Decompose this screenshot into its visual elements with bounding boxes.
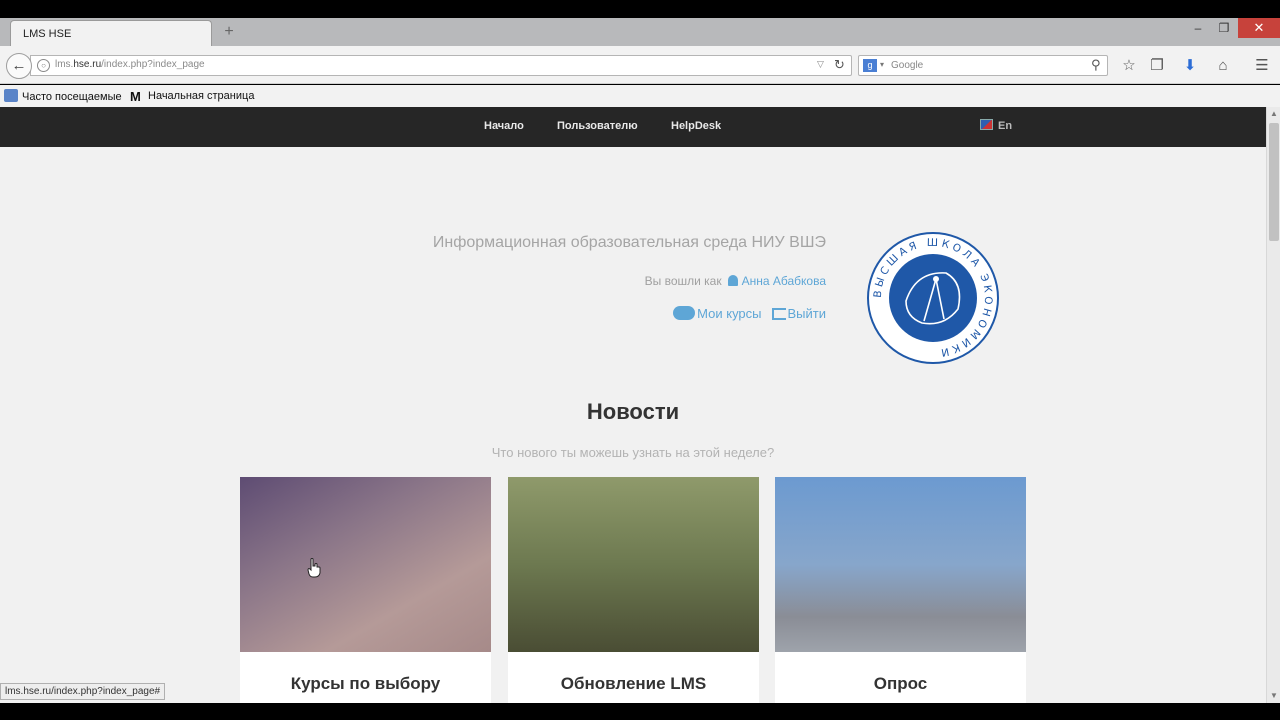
news-card-title[interactable]: Курсы по выбору xyxy=(240,674,491,694)
url-host: hse.ru xyxy=(73,59,102,70)
scroll-up-icon[interactable]: ▲ xyxy=(1267,107,1280,121)
scroll-thumb[interactable] xyxy=(1269,123,1279,241)
news-card-image[interactable] xyxy=(240,477,491,652)
navigation-toolbar: ○ lms.hse.ru/index.php?index_page ▽ ↻ ← … xyxy=(0,46,1280,84)
address-bar[interactable]: ○ lms.hse.ru/index.php?index_page ▽ ↻ xyxy=(30,55,852,76)
news-card-image[interactable] xyxy=(508,477,759,652)
close-window-button[interactable]: ✕ xyxy=(1238,18,1280,38)
my-courses-link[interactable]: Мои курсы xyxy=(673,306,762,321)
user-links: Мои курсы Выйти xyxy=(540,306,826,321)
news-card-title[interactable]: Опрос xyxy=(775,674,1026,694)
nav-home[interactable]: Начало xyxy=(484,120,524,132)
portal-title: Информационная образовательная среда НИУ… xyxy=(432,234,826,251)
tab-lms-hse[interactable]: LMS HSE xyxy=(10,20,212,46)
download-icon[interactable]: ⬇ xyxy=(1180,56,1200,76)
bookmark-label: Начальная страница xyxy=(148,90,255,102)
scroll-down-icon[interactable]: ▼ xyxy=(1267,689,1280,703)
my-courses-label: Мои курсы xyxy=(697,306,762,321)
chevron-down-icon[interactable]: ▾ xyxy=(880,60,884,69)
news-card[interactable]: Опрос xyxy=(775,477,1026,703)
news-card-image[interactable] xyxy=(775,477,1026,652)
bookmarks-toolbar: Часто посещаемые M Начальная страница xyxy=(0,85,1280,107)
tab-title: LMS HSE xyxy=(23,28,72,40)
new-tab-button[interactable]: + xyxy=(220,23,238,41)
url-text: lms.hse.ru/index.php?index_page xyxy=(55,59,205,70)
site-navbar: Начало Пользователю HelpDesk En xyxy=(0,107,1266,147)
language-switch[interactable]: En xyxy=(980,119,1012,132)
search-input[interactable]: g ▾ Google ⚲ xyxy=(858,55,1108,76)
restore-button[interactable]: ❐ xyxy=(1210,18,1238,38)
home-icon[interactable]: ⌂ xyxy=(1213,56,1233,76)
search-icon[interactable]: ⚲ xyxy=(1091,57,1101,73)
window-bottom-edge xyxy=(0,703,1280,720)
hse-logo: ВЫСШАЯ ШКОЛА ЭКОНОМИКИ xyxy=(867,232,999,364)
bookmark-start-page[interactable]: M Начальная страница xyxy=(130,89,255,104)
user-icon xyxy=(727,275,738,286)
page-content: Информационная образовательная среда НИУ… xyxy=(0,147,1266,703)
browser-window: LMS HSE + – ❐ ✕ ○ lms.hse.ru/index.php?i… xyxy=(0,0,1280,720)
clipboard-icon[interactable]: ❐ xyxy=(1147,56,1167,76)
tab-strip: LMS HSE + – ❐ ✕ xyxy=(0,18,1280,46)
news-card-title[interactable]: Обновление LMS xyxy=(508,674,759,694)
nav-user[interactable]: Пользователю xyxy=(557,120,638,132)
status-bar-url: lms.hse.ru/index.php?index_page# xyxy=(0,683,166,700)
minimize-button[interactable]: – xyxy=(1184,18,1212,38)
url-path: /index.php?index_page xyxy=(101,59,205,70)
logout-icon xyxy=(771,308,786,320)
back-arrow-icon[interactable]: ← xyxy=(6,53,32,79)
news-card[interactable]: Курсы по выбору xyxy=(240,477,491,703)
user-name-link[interactable]: Анна Абабкова xyxy=(742,274,826,288)
globe-icon: ○ xyxy=(37,59,50,72)
chevron-down-icon[interactable]: ▽ xyxy=(817,59,824,70)
start-page-icon: M xyxy=(130,89,141,104)
logout-link[interactable]: Выйти xyxy=(762,306,827,321)
star-icon[interactable]: ☆ xyxy=(1119,56,1139,76)
search-placeholder: Google xyxy=(891,60,924,71)
logged-in-line: Вы вошли как Анна Абабкова xyxy=(540,274,826,288)
logged-in-prefix: Вы вошли как xyxy=(644,274,722,288)
nav-helpdesk[interactable]: HelpDesk xyxy=(671,120,721,132)
flag-icon xyxy=(980,119,993,130)
logout-label: Выйти xyxy=(787,306,827,321)
hand-cursor-icon xyxy=(307,558,321,578)
courses-icon xyxy=(673,306,696,320)
news-subtitle: Что нового ты можешь узнать на этой неде… xyxy=(491,445,775,460)
bookmark-label: Часто посещаемые xyxy=(22,91,122,103)
news-card[interactable]: Обновление LMS xyxy=(508,477,759,703)
reload-icon[interactable]: ↻ xyxy=(834,57,845,73)
page-scrollbar[interactable]: ▲ ▼ xyxy=(1266,107,1280,703)
hamburger-menu-icon[interactable]: ☰ xyxy=(1252,56,1272,76)
bookmark-most-visited[interactable]: Часто посещаемые xyxy=(4,89,122,103)
bookmark-icon xyxy=(4,89,18,102)
language-label: En xyxy=(998,120,1013,132)
url-prefix: lms. xyxy=(55,59,74,70)
window-top-edge xyxy=(0,0,1280,18)
google-icon[interactable]: g xyxy=(863,59,877,72)
news-heading: Новости xyxy=(586,399,680,424)
